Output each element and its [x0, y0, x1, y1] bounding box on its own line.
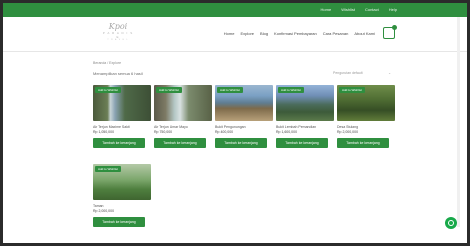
nav-blog[interactable]: Blog: [260, 31, 268, 36]
add-to-cart-button[interactable]: Tambah ke keranjang: [276, 138, 328, 148]
add-to-wishlist-button[interactable]: Add to Wishlist: [278, 87, 304, 93]
product-price: Rp 2,000,000: [93, 209, 115, 213]
product-image[interactable]: Add to Wishlist: [93, 164, 151, 200]
product-name[interactable]: Air Terjun Maxime Sakti: [93, 125, 151, 129]
add-to-wishlist-button[interactable]: Add to Wishlist: [95, 87, 121, 93]
product-name[interactable]: Taman: [93, 204, 151, 208]
product-card[interactable]: Add to Wishlist Taman Rp 2,000,000 Tamba…: [93, 164, 151, 227]
site-header: Kpoi P A R A D I S E T R A V E L Home Ex…: [3, 17, 467, 52]
product-price: Rp 2,000,000: [337, 130, 359, 134]
top-bar: Home Wishlist Contact Help: [3, 3, 467, 17]
add-to-cart-button[interactable]: Tambah ke keranjang: [154, 138, 206, 148]
add-to-cart-button[interactable]: Tambah ke keranjang: [93, 217, 145, 227]
product-name[interactable]: Desa Stulang: [337, 125, 395, 129]
product-card[interactable]: Add to Wishlist Desa Stulang Rp 2,000,00…: [337, 85, 395, 148]
add-to-cart-button[interactable]: Tambah ke keranjang: [215, 138, 267, 148]
main-nav: Home Explore Blog Konfirmasi Pembayaran …: [224, 31, 375, 36]
logo-subtitle: P A R A D I S E: [102, 31, 134, 39]
product-image[interactable]: Add to Wishlist: [337, 85, 395, 121]
product-card[interactable]: Add to Wishlist Bukit Lembah Pemandian R…: [276, 85, 334, 148]
nav-konfirmasi[interactable]: Konfirmasi Pembayaran: [274, 31, 317, 36]
whatsapp-icon[interactable]: [445, 217, 457, 229]
product-name[interactable]: Air Terjun Umar Mayo: [154, 125, 212, 129]
add-to-wishlist-button[interactable]: Add to Wishlist: [217, 87, 243, 93]
product-image[interactable]: Add to Wishlist: [93, 85, 151, 121]
product-image[interactable]: Add to Wishlist: [154, 85, 212, 121]
product-card[interactable]: Add to Wishlist Air Terjun Maxime Sakti …: [93, 85, 151, 148]
product-card[interactable]: Add to Wishlist Bukit Pengunungan Rp 400…: [215, 85, 273, 148]
page-scrollbar[interactable]: [457, 17, 460, 227]
site-logo[interactable]: Kpoi P A R A D I S E T R A V E L: [101, 23, 135, 42]
product-name[interactable]: Bukit Lembah Pemandian: [276, 125, 334, 129]
nav-about[interactable]: About Kami: [354, 31, 375, 36]
product-image[interactable]: Add to Wishlist: [215, 85, 273, 121]
top-links: Home Wishlist Contact Help: [321, 7, 397, 12]
browser-frame: Home Wishlist Contact Help Kpoi P A R A …: [3, 3, 467, 243]
top-link-help[interactable]: Help: [389, 7, 397, 12]
product-price: Rp 1,600,000: [276, 130, 298, 134]
add-to-wishlist-button[interactable]: Add to Wishlist: [95, 166, 121, 172]
sort-label: Pengurutan default: [333, 71, 363, 75]
logo-subtitle-2: T R A V E L: [107, 39, 129, 41]
product-price: Rp 1,050,000: [93, 130, 115, 134]
top-link-wishlist[interactable]: Wishlist: [341, 7, 355, 12]
chevron-down-icon: ⌄: [388, 71, 391, 75]
nav-cara-pesanan[interactable]: Cara Pesanan: [323, 31, 349, 36]
logo-text: Kpoi: [108, 22, 128, 31]
top-link-contact[interactable]: Contact: [365, 7, 379, 12]
add-to-wishlist-button[interactable]: Add to Wishlist: [156, 87, 182, 93]
add-to-cart-button[interactable]: Tambah ke keranjang: [93, 138, 145, 148]
top-link-home[interactable]: Home: [321, 7, 332, 12]
product-image[interactable]: Add to Wishlist: [276, 85, 334, 121]
breadcrumb[interactable]: Beranda / Explore: [93, 61, 121, 65]
product-name[interactable]: Bukit Pengunungan: [215, 125, 273, 129]
nav-explore[interactable]: Explore: [240, 31, 254, 36]
nav-home[interactable]: Home: [224, 31, 235, 36]
sort-select[interactable]: Pengurutan default ⌄: [333, 71, 391, 75]
results-count: Menampilkan semua 6 hasil: [93, 71, 143, 76]
add-to-cart-button[interactable]: Tambah ke keranjang: [337, 138, 389, 148]
product-price: Rp 400,000: [215, 130, 234, 134]
add-to-wishlist-button[interactable]: Add to Wishlist: [339, 87, 365, 93]
cart-badge: [392, 25, 397, 30]
product-card[interactable]: Add to Wishlist Air Terjun Umar Mayo Rp …: [154, 85, 212, 148]
cart-icon[interactable]: [383, 25, 397, 39]
product-price: Rp 750,000: [154, 130, 173, 134]
